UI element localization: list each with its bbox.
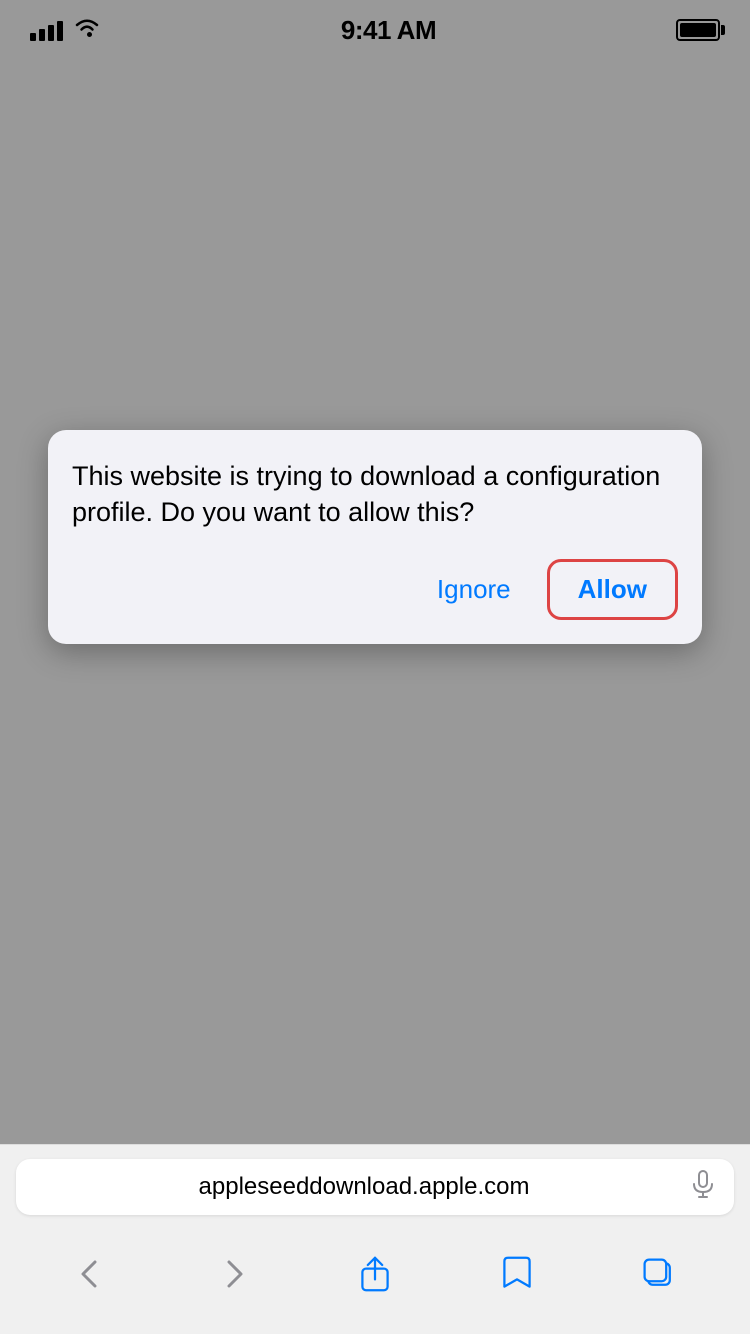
bottom-bar: appleseeddownload.apple.com [0,1144,750,1334]
url-text: appleseeddownload.apple.com [36,1173,692,1201]
status-right [676,19,720,41]
alert-dialog: This website is trying to download a con… [48,430,702,644]
microphone-icon[interactable] [692,1170,714,1205]
wifi-icon [73,16,101,44]
alert-buttons: Ignore Allow [72,559,678,620]
allow-button[interactable]: Allow [547,559,678,620]
signal-bar-2 [39,29,45,41]
status-bar: 9:41 AM [0,0,750,60]
tabs-button[interactable] [633,1248,685,1300]
alert-message: This website is trying to download a con… [72,458,678,531]
ignore-button[interactable]: Ignore [425,566,523,613]
signal-bar-4 [57,21,63,41]
url-bar-container: appleseeddownload.apple.com [0,1145,750,1225]
nav-buttons [0,1225,750,1334]
bookmarks-button[interactable] [491,1248,543,1300]
signal-bar-1 [30,33,36,41]
status-left [30,16,101,44]
share-button[interactable] [349,1248,401,1300]
signal-bar-3 [48,25,54,41]
signal-bars-icon [30,19,63,41]
forward-button[interactable] [207,1248,259,1300]
status-time: 9:41 AM [341,15,436,46]
battery-icon [676,19,720,41]
back-button[interactable] [65,1248,117,1300]
url-bar[interactable]: appleseeddownload.apple.com [16,1159,734,1215]
battery-fill [680,23,716,37]
